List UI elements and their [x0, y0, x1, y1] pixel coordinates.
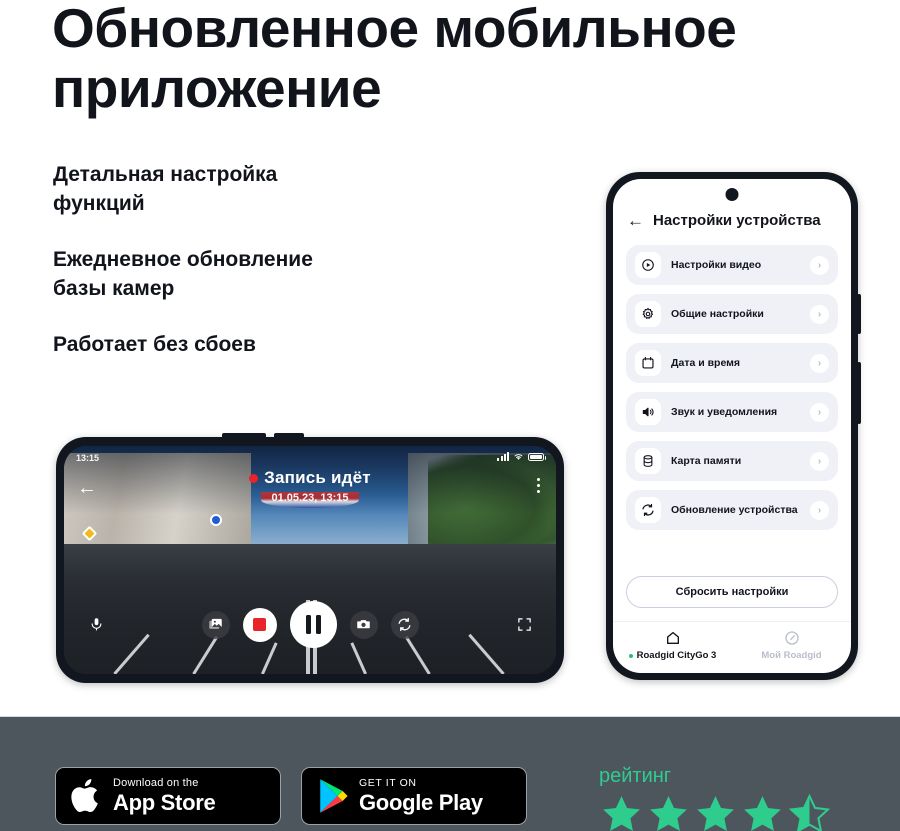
active-indicator-dot — [628, 653, 633, 658]
feature-list: Детальная настройка функций Ежедневное о… — [53, 160, 473, 386]
settings-row-sound[interactable]: Звук и уведомления › — [626, 392, 838, 432]
star-icon — [697, 796, 734, 831]
back-button[interactable]: ← — [627, 212, 644, 229]
rating-block: рейтинг — [599, 765, 832, 831]
dashcam-controls — [64, 601, 556, 648]
settings-row-general[interactable]: Общие настройки › — [626, 294, 838, 334]
signal-icon — [497, 452, 509, 461]
feature-item: Работает без сбоев — [53, 333, 256, 356]
play-circle-icon — [635, 252, 661, 278]
feature-item: Детальная настройка функций — [53, 163, 278, 215]
google-play-small-label: GET IT ON — [359, 777, 417, 790]
settings-list: Настройки видео › Общие настройки › Дата… — [613, 241, 851, 530]
settings-row-video[interactable]: Настройки видео › — [626, 245, 838, 285]
wifi-icon — [514, 454, 523, 460]
page-title: Обновленное мобильное приложение — [52, 0, 737, 119]
feature-item: Ежедневное обновление базы камер — [53, 248, 313, 300]
refresh-icon — [635, 497, 661, 523]
recording-status-label: Запись идёт — [264, 468, 371, 487]
status-bar-time: 13:15 — [76, 453, 100, 463]
footer-bar: Download on the App Store GET IT ON Goog… — [0, 716, 900, 831]
settings-row-label: Карта памяти — [671, 455, 742, 467]
speedometer-icon — [784, 631, 799, 645]
settings-row-memory[interactable]: Карта памяти › — [626, 441, 838, 481]
star-icon — [744, 796, 781, 831]
settings-row-label: Обновление устройства — [671, 504, 798, 516]
battery-icon — [528, 452, 546, 461]
settings-row-datetime[interactable]: Дата и время › — [626, 343, 838, 383]
dashcam-phone-mockup: 13:15 ← Запись идёт 01.05.23, 13:15 — [56, 433, 564, 683]
settings-row-label: Звук и уведомления — [671, 406, 778, 418]
star-half-icon — [788, 793, 831, 831]
settings-screen: ← Настройки устройства Настройки видео › — [613, 179, 851, 673]
phone-side-button — [857, 362, 861, 424]
phone-top-button — [222, 433, 266, 439]
chevron-right-icon: › — [810, 451, 829, 471]
bottom-tab-bar: Roadgid CityGo 3 Мой Roadgid — [613, 621, 851, 673]
promo-page: Обновленное мобильное приложение Детальн… — [0, 0, 900, 831]
google-play-big-label: Google Play — [359, 789, 483, 815]
screen-title: Настройки устройства — [653, 212, 821, 229]
phone-side-button — [857, 294, 861, 334]
fullscreen-icon[interactable] — [510, 611, 538, 639]
settings-row-label: Настройки видео — [671, 259, 762, 271]
recording-status: Запись идёт — [64, 468, 556, 488]
tab-my-roadgid[interactable]: Мой Roadgid — [732, 630, 851, 661]
dashcam-screen: 13:15 ← Запись идёт 01.05.23, 13:15 — [64, 446, 556, 674]
chevron-right-icon: › — [810, 402, 829, 422]
front-camera-icon — [725, 188, 739, 201]
switch-camera-icon[interactable] — [390, 610, 419, 639]
chevron-right-icon: › — [810, 304, 829, 324]
app-store-badge[interactable]: Download on the App Store — [55, 767, 281, 825]
star-icon — [603, 796, 640, 831]
status-bar-icons — [497, 452, 546, 461]
tab-roadgid-citygo[interactable]: Roadgid CityGo 3 — [613, 630, 732, 661]
chevron-right-icon: › — [810, 500, 829, 520]
speaker-icon — [635, 399, 661, 425]
app-store-big-label: App Store — [113, 790, 216, 815]
reset-settings-button[interactable]: Сбросить настройки — [626, 576, 838, 608]
rating-stars — [599, 792, 832, 831]
settings-row-update[interactable]: Обновление устройства › — [626, 490, 838, 530]
reset-section: Сбросить настройки — [613, 576, 851, 608]
tab-text: Roadgid CityGo 3 — [636, 650, 717, 661]
record-stop-icon[interactable] — [242, 607, 277, 642]
camera-icon[interactable] — [349, 610, 378, 639]
app-store-small-label: Download on the — [113, 777, 199, 789]
database-icon — [635, 448, 661, 474]
gallery-icon[interactable] — [201, 610, 230, 639]
google-play-icon — [320, 779, 348, 813]
home-icon — [666, 632, 679, 644]
phone-top-button — [274, 433, 304, 439]
star-icon — [650, 796, 687, 831]
google-play-text: GET IT ON Google Play — [359, 778, 483, 814]
pause-icon[interactable] — [289, 601, 337, 648]
chevron-right-icon: › — [810, 353, 829, 373]
microphone-icon[interactable] — [82, 611, 110, 639]
apple-icon — [71, 779, 98, 813]
google-play-badge[interactable]: GET IT ON Google Play — [301, 767, 527, 825]
rating-label: рейтинг — [599, 765, 672, 787]
gear-icon — [635, 301, 661, 327]
chevron-right-icon: › — [810, 255, 829, 275]
dashcam-primary-controls — [201, 601, 419, 648]
recording-dot-icon — [249, 474, 259, 484]
recording-timestamp: 01.05.23, 13:15 — [271, 492, 349, 504]
settings-row-label: Дата и время — [671, 357, 741, 369]
tab-label: Мой Roadgid — [761, 650, 822, 661]
road-sign-icon — [209, 514, 222, 527]
tab-label: Roadgid CityGo 3 — [628, 650, 717, 661]
settings-row-label: Общие настройки — [671, 308, 764, 320]
app-store-text: Download on the App Store — [113, 777, 216, 815]
settings-phone-mockup: ← Настройки устройства Настройки видео › — [606, 172, 861, 680]
calendar-icon — [635, 350, 661, 376]
